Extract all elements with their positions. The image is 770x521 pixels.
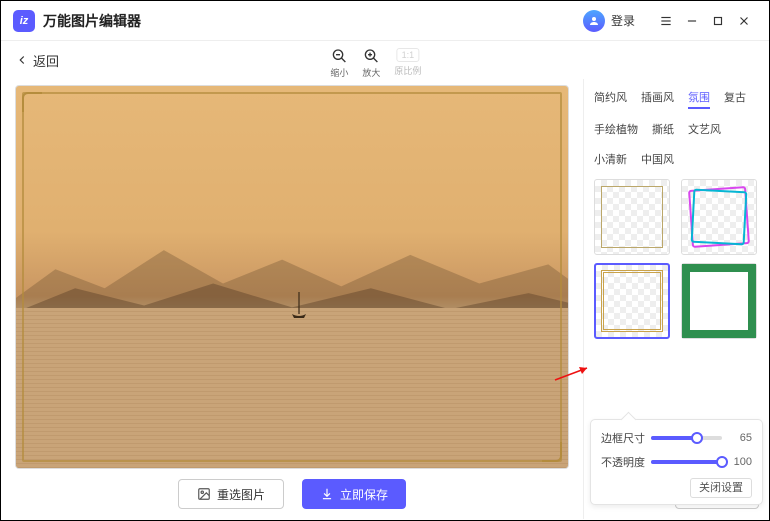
avatar-icon[interactable] (583, 10, 605, 32)
maximize-button[interactable] (705, 8, 731, 34)
size-value: 65 (728, 432, 752, 444)
titlebar: iz 万能图片编辑器 登录 (1, 1, 769, 41)
ratio-label: 原比例 (394, 64, 421, 77)
ratio-button: 1:1 原比例 (394, 48, 421, 79)
zoom-controls: 缩小 放大 1:1 原比例 (330, 48, 421, 79)
minimize-button[interactable] (679, 8, 705, 34)
applied-frame (22, 92, 562, 462)
cat-handdrawn[interactable]: 手绘植物 (594, 119, 638, 139)
close-settings-button[interactable]: 关闭设置 (690, 478, 752, 498)
image-canvas[interactable] (15, 85, 569, 469)
category-tabs: 简约风 插画风 氛围 复古 手绘植物 撕纸 文艺风 小清新 中国风 (594, 87, 759, 169)
close-button[interactable] (731, 8, 757, 34)
menu-button[interactable] (653, 8, 679, 34)
frame-thumb-4[interactable] (681, 263, 757, 339)
main-area: 重选图片 立即保存 简约风 插画风 氛围 复古 手绘植物 撕纸 文艺风 小清新 … (1, 79, 769, 519)
opacity-slider[interactable] (651, 460, 722, 464)
ratio-badge: 1:1 (397, 48, 420, 62)
canvas-area: 重选图片 立即保存 (1, 79, 583, 519)
cat-tornpaper[interactable]: 撕纸 (652, 119, 674, 139)
app-logo: iz (13, 10, 35, 32)
save-button[interactable]: 立即保存 (302, 479, 406, 509)
side-panel: 简约风 插画风 氛围 复古 手绘植物 撕纸 文艺风 小清新 中国风 边框尺寸 6 (583, 79, 769, 519)
size-slider[interactable] (651, 436, 722, 440)
zoom-in-label: 放大 (362, 66, 380, 79)
save-label: 立即保存 (340, 486, 388, 503)
cat-illustration[interactable]: 插画风 (641, 87, 674, 109)
reselect-image-button[interactable]: 重选图片 (178, 479, 284, 509)
opacity-row: 不透明度 100 (601, 454, 752, 470)
frame-thumb-1[interactable] (594, 179, 670, 255)
size-label: 边框尺寸 (601, 430, 645, 446)
cat-simple[interactable]: 简约风 (594, 87, 627, 109)
frame-settings-popover: 边框尺寸 65 不透明度 100 关闭设置 (590, 419, 763, 505)
size-row: 边框尺寸 65 (601, 430, 752, 446)
frame-thumbnails (594, 179, 759, 339)
image-icon (197, 487, 211, 501)
download-icon (320, 487, 334, 501)
opacity-label: 不透明度 (601, 454, 645, 470)
login-link[interactable]: 登录 (611, 12, 635, 29)
canvas-actions: 重选图片 立即保存 (15, 469, 569, 511)
back-label: 返回 (33, 51, 59, 70)
frame-thumb-3[interactable] (594, 263, 670, 339)
close-settings-row: 关闭设置 (601, 478, 752, 496)
zoom-out-label: 缩小 (330, 66, 348, 79)
cat-fresh[interactable]: 小清新 (594, 149, 627, 169)
toolbar: 返回 缩小 放大 1:1 原比例 (1, 41, 769, 79)
frame-thumb-2[interactable] (681, 179, 757, 255)
cat-chinese[interactable]: 中国风 (641, 149, 674, 169)
zoom-in-button[interactable]: 放大 (362, 48, 380, 79)
zoom-out-button[interactable]: 缩小 (330, 48, 348, 79)
back-button[interactable]: 返回 (15, 51, 59, 70)
cat-retro[interactable]: 复古 (724, 87, 746, 109)
cat-ambience[interactable]: 氛围 (688, 87, 710, 109)
cat-artsy[interactable]: 文艺风 (688, 119, 721, 139)
app-title: 万能图片编辑器 (43, 11, 141, 31)
reselect-label: 重选图片 (217, 486, 265, 503)
opacity-value: 100 (728, 456, 752, 468)
